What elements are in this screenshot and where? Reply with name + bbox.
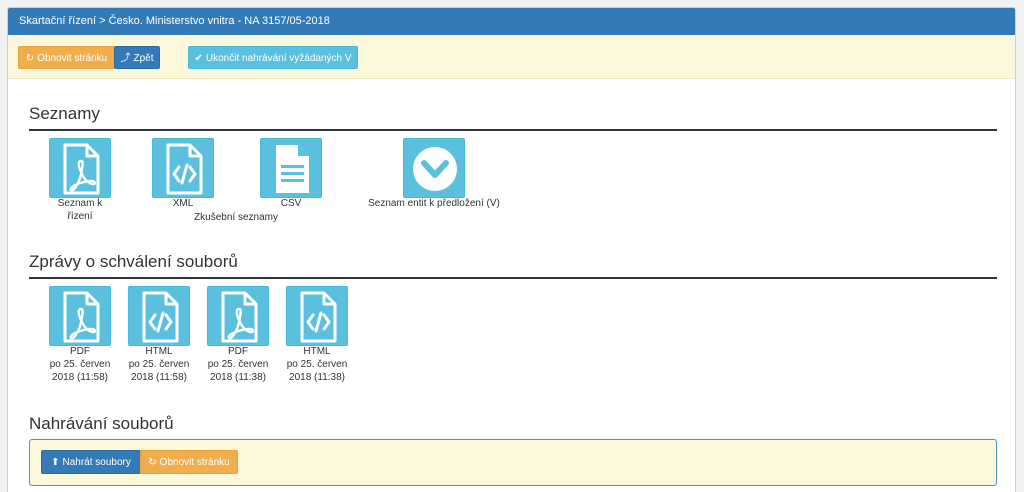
report-date: po 25. červen bbox=[286, 359, 348, 370]
refresh-icon: ↻ bbox=[25, 53, 35, 64]
report-html-1-caption[interactable]: HTML po 25. červen 2018 (11:58) bbox=[119, 345, 199, 384]
chevron-circle-down-icon bbox=[404, 139, 466, 199]
list-pdf-caption-line1: Seznam k bbox=[57, 198, 103, 209]
list-pdf-caption[interactable]: Seznam k řízení bbox=[40, 197, 120, 223]
pdf-file-icon bbox=[50, 287, 112, 347]
text-file-icon bbox=[261, 139, 323, 199]
code-file-icon bbox=[287, 287, 349, 347]
upload-files-button-label: Nahrát soubory bbox=[62, 457, 131, 468]
report-format: HTML bbox=[303, 346, 331, 357]
report-format: PDF bbox=[228, 346, 248, 357]
back-button-label: Zpět bbox=[133, 53, 154, 64]
report-time: 2018 (11:58) bbox=[52, 372, 108, 383]
lists-section-title: Seznamy bbox=[29, 104, 100, 123]
code-file-icon bbox=[129, 287, 191, 347]
breadcrumb: Skartační řízení > Česko. Ministerstvo v… bbox=[8, 8, 1015, 35]
report-date: po 25. červen bbox=[128, 359, 190, 370]
list-entities-caption[interactable]: Seznam entit k předložení (V) bbox=[354, 197, 514, 210]
report-time: 2018 (11:58) bbox=[131, 372, 187, 383]
upload-icon: ⬆ bbox=[51, 457, 60, 468]
report-pdf-1-tile[interactable] bbox=[49, 286, 111, 346]
upload-refresh-button[interactable]: ↻ Obnovit stránku bbox=[140, 450, 238, 474]
report-pdf-2-caption[interactable]: PDF po 25. červen 2018 (11:38) bbox=[198, 345, 278, 384]
refresh-button[interactable]: ↻ Obnovit stránku bbox=[18, 46, 115, 69]
list-pdf-tile[interactable] bbox=[49, 138, 111, 198]
reports-divider bbox=[29, 277, 997, 279]
finish-upload-button-label: Ukončit nahrávání vyžádaných V bbox=[205, 53, 352, 64]
pdf-file-icon bbox=[50, 139, 112, 199]
report-date: po 25. červen bbox=[207, 359, 269, 370]
list-xml-caption[interactable]: XML bbox=[143, 197, 223, 210]
toolbar: ↻ Obnovit stránku ⤴ Zpět ✔ Ukončit nahráván… bbox=[8, 35, 1015, 79]
main-panel: Skartační řízení > Česko. Ministerstvo v… bbox=[7, 7, 1016, 492]
code-file-icon bbox=[153, 139, 215, 199]
report-format: HTML bbox=[145, 346, 173, 357]
pdf-file-icon bbox=[208, 287, 270, 347]
list-pdf-caption-line2: řízení bbox=[67, 211, 93, 222]
list-csv-caption[interactable]: CSV bbox=[251, 197, 331, 210]
upload-refresh-button-label: Obnovit stránku bbox=[159, 457, 230, 468]
report-html-2-tile[interactable] bbox=[286, 286, 348, 346]
report-format: PDF bbox=[70, 346, 90, 357]
check-circle-icon: ✔ bbox=[194, 53, 203, 64]
reports-section-title: Zprávy o schválení souborů bbox=[29, 252, 238, 271]
back-button[interactable]: ⤴ Zpět bbox=[114, 46, 160, 69]
refresh-icon: ↻ bbox=[148, 457, 157, 468]
report-html-1-tile[interactable] bbox=[128, 286, 190, 346]
report-html-2-caption[interactable]: HTML po 25. červen 2018 (11:38) bbox=[277, 345, 357, 384]
finish-upload-button[interactable]: ✔ Ukončit nahrávání vyžádaných V bbox=[188, 46, 358, 69]
breadcrumb-text: Skartační řízení > Česko. Ministerstvo v… bbox=[19, 15, 330, 27]
report-pdf-2-tile[interactable] bbox=[207, 286, 269, 346]
report-date: po 25. červen bbox=[49, 359, 111, 370]
back-icon: ⤴ bbox=[120, 53, 131, 64]
upload-box: ⬆ Nahrát soubory ↻ Obnovit stránku bbox=[29, 439, 997, 486]
report-pdf-1-caption[interactable]: PDF po 25. červen 2018 (11:58) bbox=[40, 345, 120, 384]
upload-section-title: Nahrávání souborů bbox=[29, 414, 174, 433]
report-time: 2018 (11:38) bbox=[210, 372, 266, 383]
list-csv-tile[interactable] bbox=[260, 138, 322, 198]
list-entities-tile[interactable] bbox=[403, 138, 465, 198]
report-time: 2018 (11:38) bbox=[289, 372, 345, 383]
refresh-button-label: Obnovit stránku bbox=[37, 53, 108, 64]
lists-divider bbox=[29, 129, 997, 131]
test-lists-label: Zkušební seznamy bbox=[194, 212, 278, 223]
list-xml-tile[interactable] bbox=[152, 138, 214, 198]
upload-files-button[interactable]: ⬆ Nahrát soubory bbox=[41, 450, 141, 474]
